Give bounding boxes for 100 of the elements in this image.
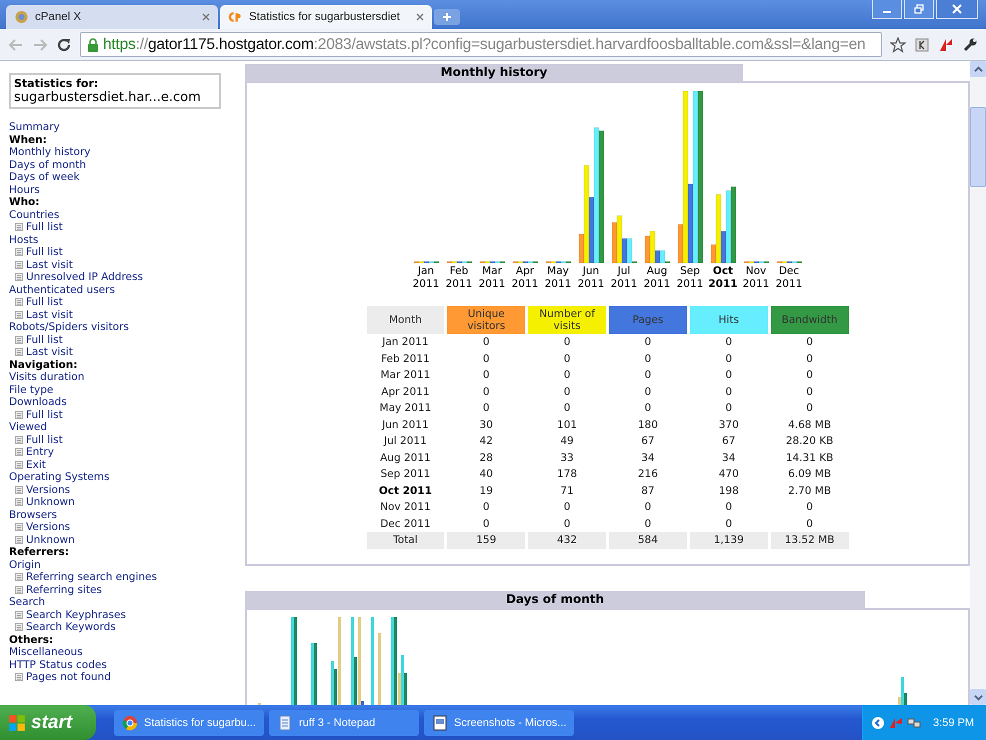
nav-link[interactable]: Referring search engines: [26, 571, 157, 584]
nav-link[interactable]: Unknown: [26, 496, 75, 508]
nav-link[interactable]: Monthly history: [9, 146, 238, 158]
browser-tab[interactable]: Statistics for sugarbustersdiet: [220, 5, 432, 29]
column-header: Bandwidth: [770, 306, 848, 334]
table-cell-text: 87: [640, 484, 656, 499]
nav-link[interactable]: Search Keyphrases: [26, 608, 126, 621]
section-title: Days of month: [245, 591, 865, 608]
scrollbar-thumb[interactable]: [970, 107, 986, 187]
nav-link[interactable]: Unknown: [26, 534, 75, 546]
minimize-button[interactable]: [872, 0, 902, 19]
nav-link[interactable]: Hours: [9, 184, 238, 196]
taskbar-item[interactable]: Statistics for sugarbu...: [114, 710, 264, 736]
close-icon[interactable]: [416, 13, 424, 21]
nav-link[interactable]: Entry: [26, 446, 54, 458]
table-cell-text: 0: [724, 368, 734, 384]
new-tab-button[interactable]: [434, 9, 460, 25]
chart-bar: [378, 633, 381, 705]
close-button[interactable]: [936, 0, 978, 19]
restore-button[interactable]: [904, 0, 934, 19]
nav-link[interactable]: Summary: [9, 121, 238, 134]
table-cell-text: 0: [805, 516, 814, 532]
list-icon: [15, 310, 23, 319]
lock-icon: [87, 38, 99, 52]
axis-label: 2011: [610, 278, 638, 290]
axis-label: Apr: [516, 265, 534, 278]
list-icon: [15, 273, 23, 282]
close-icon[interactable]: [202, 13, 210, 21]
table-cell-text: Feb 2011: [380, 352, 431, 367]
column-header: Number of visits: [528, 306, 606, 334]
table-cell-text: May 2011: [378, 401, 432, 416]
table-cell-text: 6.09 MB: [787, 467, 832, 482]
list-icon: [15, 573, 23, 582]
nav-link[interactable]: Visits duration: [9, 371, 238, 384]
column-header: Hits: [690, 306, 768, 334]
nav-link[interactable]: Robots/Spiders visitors: [9, 321, 238, 334]
taskbar-item[interactable]: ruff 3 - Notepad: [269, 710, 419, 736]
wrench-icon[interactable]: [962, 36, 978, 52]
star-icon[interactable]: [890, 36, 906, 52]
nav-link[interactable]: Operating Systems: [9, 471, 238, 484]
extension-icon[interactable]: [914, 36, 930, 52]
nav-link[interactable]: Search: [9, 596, 238, 608]
axis-label: Aug: [646, 265, 668, 278]
axis-label: 2011: [776, 278, 802, 290]
nav-link[interactable]: File type: [9, 384, 238, 396]
total-cell: 159: [447, 532, 526, 548]
list-icon: [15, 623, 23, 632]
network-icon[interactable]: [907, 716, 922, 730]
nav-link[interactable]: Unresolved IP Address: [26, 271, 143, 284]
browser-tab[interactable]: cPanel X: [6, 5, 218, 29]
list-icon: [15, 410, 23, 419]
nav-link[interactable]: Authenticated users: [9, 284, 238, 296]
nav-link[interactable]: Versions: [26, 521, 70, 534]
extension-icon[interactable]: [938, 36, 954, 52]
list-icon: [15, 586, 23, 594]
table-cell-text: Sep 2011: [379, 467, 432, 482]
nav-link[interactable]: Versions: [26, 484, 70, 496]
nav-link[interactable]: Exit: [26, 458, 46, 471]
table-cell-text: 0: [562, 335, 572, 350]
total-cell: 432: [528, 532, 606, 548]
nav-link[interactable]: Full list: [26, 296, 63, 308]
nav-link[interactable]: Search Keywords: [26, 621, 116, 634]
reload-icon[interactable]: [56, 36, 72, 52]
list-icon: [15, 436, 23, 444]
nav-link[interactable]: Days of month: [9, 158, 238, 171]
nav-link[interactable]: Full list: [26, 408, 63, 421]
nav-link[interactable]: Hosts: [9, 234, 238, 246]
nav-link[interactable]: Viewed: [9, 421, 238, 434]
nav-link[interactable]: Last visit: [26, 308, 73, 321]
table-cell-text: 370: [718, 418, 740, 433]
nav-link[interactable]: Countries: [9, 208, 238, 221]
nav-link[interactable]: Miscellaneous: [9, 646, 238, 658]
table-cell-text: 34: [721, 450, 736, 466]
nav-link[interactable]: Referring sites: [26, 584, 102, 596]
nav-link[interactable]: Full list: [26, 221, 63, 234]
nav-link[interactable]: Full list: [26, 246, 63, 258]
table-cell-text: 34: [640, 450, 656, 466]
table-cell-text: 178: [556, 467, 578, 482]
table-cell-text: Dec 2011: [379, 516, 432, 532]
nav-link[interactable]: Pages not found: [26, 671, 111, 684]
scrollbar[interactable]: [970, 61, 986, 705]
nav-link[interactable]: Full list: [26, 334, 63, 346]
nav-link[interactable]: HTTP Status codes: [9, 658, 238, 671]
table-cell-text: Apr 2011: [380, 384, 431, 400]
table-cell-text: 0: [482, 368, 491, 384]
table-cell-text: Jun 2011: [380, 418, 430, 433]
total-cell: 584: [608, 532, 687, 548]
nav-link[interactable]: Days of week: [9, 171, 238, 184]
nav-link[interactable]: Last visit: [26, 258, 73, 271]
nav-link[interactable]: Browsers: [9, 508, 238, 521]
nav-link[interactable]: Downloads: [9, 396, 238, 408]
nav-link[interactable]: Origin: [9, 558, 238, 571]
nav-link[interactable]: Full list: [26, 434, 63, 446]
table-cell-text: 28: [478, 450, 494, 466]
taskbar-item[interactable]: Screenshots - Micros...: [424, 710, 574, 736]
table-cell-text: 0: [562, 500, 572, 516]
nav-link[interactable]: Last visit: [26, 346, 73, 358]
cp-logo-icon: [228, 10, 243, 24]
list-icon: [15, 336, 23, 344]
address-bar[interactable]: https://gator1175.hostgator.com:2083/awstats.pl?config=sugarbustersdiet.harvardfoosballtable.com&ssl=&lang=en: [80, 32, 882, 57]
